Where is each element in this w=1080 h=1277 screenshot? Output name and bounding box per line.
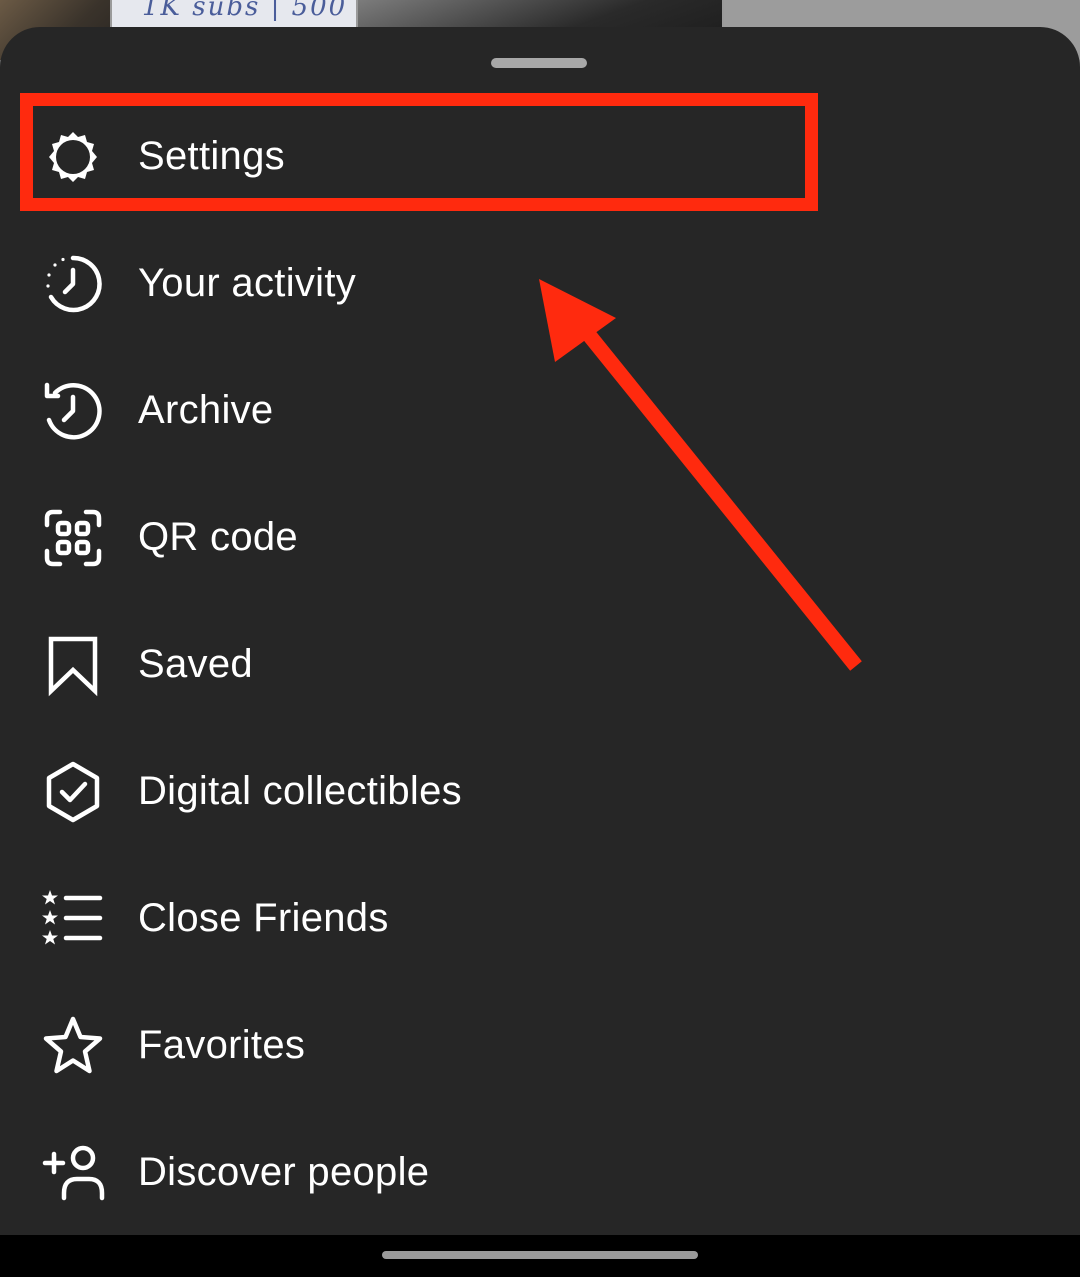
- menu-item-label: Digital collectibles: [138, 769, 462, 813]
- menu-item-qr-code[interactable]: QR code: [0, 474, 1080, 601]
- starred-list-icon: [42, 888, 104, 950]
- menu-item-label: Archive: [138, 388, 274, 432]
- activity-clock-icon: [42, 253, 104, 315]
- menu-item-saved[interactable]: Saved: [0, 601, 1080, 728]
- annotation-highlight-box: [20, 93, 818, 211]
- menu-item-discover-people[interactable]: Discover people: [0, 1109, 1080, 1236]
- menu-item-archive[interactable]: Archive: [0, 347, 1080, 474]
- menu-item-label: Discover people: [138, 1150, 430, 1194]
- menu-item-your-activity[interactable]: Your activity: [0, 220, 1080, 347]
- menu-item-label: Your activity: [138, 261, 357, 305]
- menu-list: Settings Your activity Archive QR code S…: [0, 93, 1080, 1236]
- star-icon: [42, 1015, 104, 1077]
- menu-item-label: Saved: [138, 642, 253, 686]
- menu-item-label: Close Friends: [138, 896, 389, 940]
- qr-code-icon: [42, 507, 104, 569]
- add-person-icon: [42, 1142, 105, 1204]
- menu-item-favorites[interactable]: Favorites: [0, 982, 1080, 1109]
- system-navigation-bar: [0, 1235, 1080, 1277]
- menu-item-digital-collectibles[interactable]: Digital collectibles: [0, 728, 1080, 855]
- archive-history-icon: [42, 380, 104, 442]
- home-gesture-bar[interactable]: [382, 1251, 698, 1259]
- shield-check-icon: [42, 761, 104, 823]
- menu-item-label: QR code: [138, 515, 298, 559]
- drag-handle[interactable]: [491, 58, 587, 68]
- bookmark-icon: [42, 634, 104, 696]
- menu-item-label: Favorites: [138, 1023, 306, 1067]
- menu-item-close-friends[interactable]: Close Friends: [0, 855, 1080, 982]
